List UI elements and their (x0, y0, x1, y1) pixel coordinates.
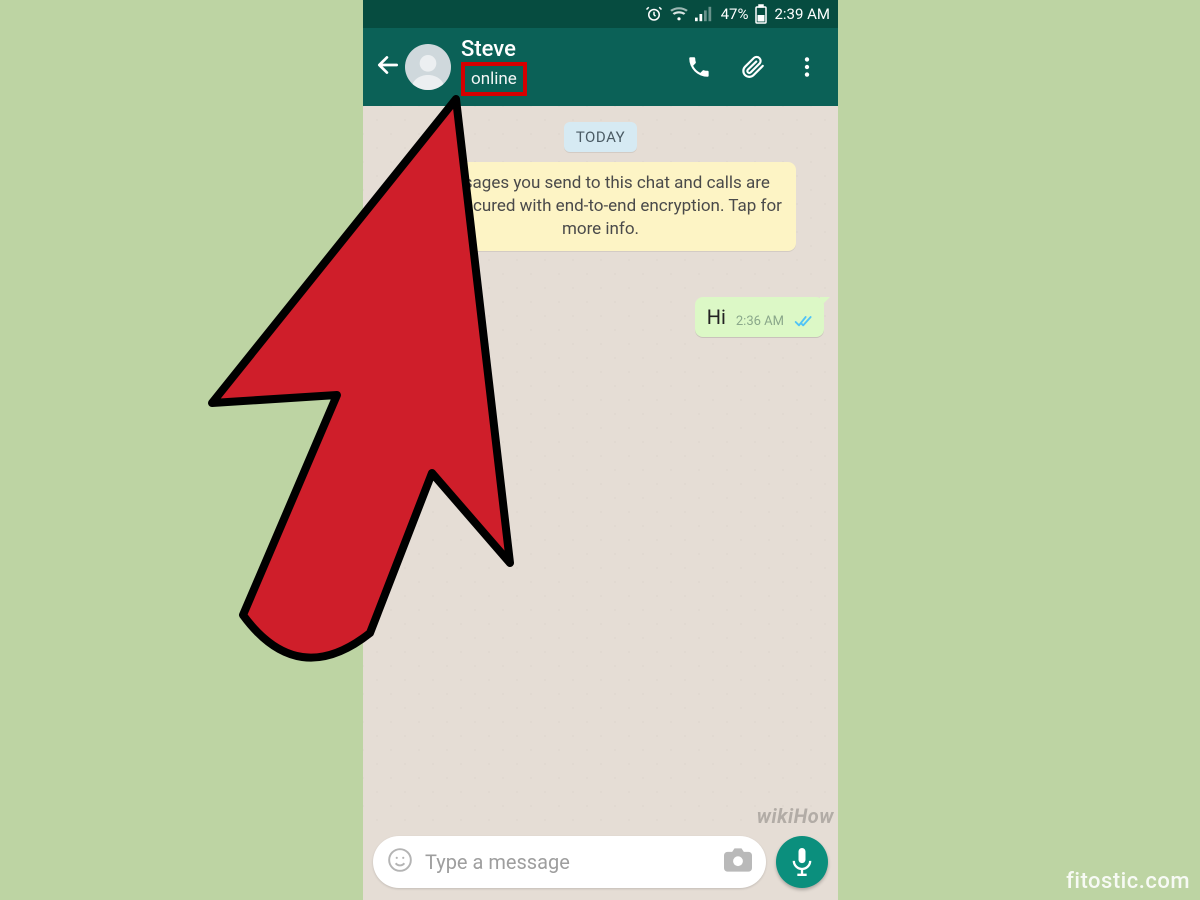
camera-icon[interactable] (724, 848, 752, 876)
status-highlight-box: online (461, 62, 527, 96)
message-text: Hi (707, 305, 726, 329)
message-placeholder: Type a message (425, 850, 712, 874)
message-time: 2:36 AM (736, 314, 784, 329)
attach-button[interactable] (740, 54, 766, 80)
site-watermark: fitostic.com (1066, 869, 1190, 894)
avatar[interactable] (405, 44, 451, 90)
wifi-icon (669, 6, 689, 22)
composer-bar: Type a message (363, 828, 838, 900)
message-input[interactable]: Type a message (373, 836, 766, 888)
chat-header[interactable]: Steve online (363, 28, 838, 106)
read-ticks-icon (794, 315, 814, 329)
emoji-icon[interactable] (387, 847, 413, 877)
phone-frame: 47% 2:39 AM Steve online (363, 0, 838, 900)
menu-button[interactable] (794, 54, 820, 80)
back-button[interactable] (373, 52, 403, 82)
call-button[interactable] (686, 54, 712, 80)
battery-icon (754, 4, 768, 24)
mic-button[interactable] (776, 836, 828, 888)
date-chip: TODAY (564, 122, 637, 152)
alarm-icon (645, 5, 663, 23)
encryption-banner[interactable]: Messages you send to this chat and calls… (406, 162, 796, 251)
message-row: Hi 2:36 AM (377, 297, 824, 337)
contact-name: Steve (461, 38, 686, 62)
status-bar-time: 2:39 AM (774, 5, 830, 23)
battery-percentage: 47% (721, 5, 749, 23)
chat-area[interactable]: TODAY Messages you send to this chat and… (363, 106, 838, 828)
android-status-bar: 47% 2:39 AM (363, 0, 838, 28)
wikihow-watermark: wikiHow (757, 804, 834, 828)
contact-status: online (465, 66, 523, 92)
contact-info[interactable]: Steve online (461, 38, 686, 96)
signal-icon (695, 6, 713, 22)
message-bubble-out[interactable]: Hi 2:36 AM (695, 297, 824, 337)
